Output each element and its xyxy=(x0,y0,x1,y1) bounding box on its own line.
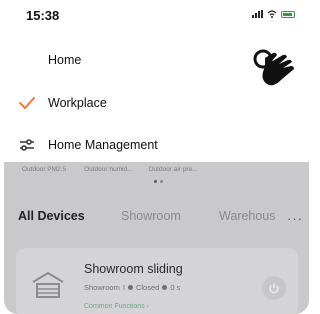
wifi-icon xyxy=(267,10,277,18)
status-time: 15:38 xyxy=(26,8,60,23)
dropdown-item-home-management[interactable]: Home Management xyxy=(4,125,309,165)
status-icons xyxy=(252,10,295,18)
status-separator: I xyxy=(122,283,125,292)
device-timer: 0 s xyxy=(170,283,181,292)
power-icon xyxy=(269,283,279,294)
device-room: Showroom xyxy=(84,283,120,292)
curtain-icon xyxy=(32,271,64,298)
phone-screen: 15:38 Outdoor PM2.5 Outdoor humid... Out… xyxy=(4,0,309,314)
device-title: Showroom sliding xyxy=(84,262,183,276)
sliders-icon xyxy=(20,139,34,151)
widget-label: Outdoor air pre... xyxy=(148,166,198,173)
device-tabs: All Devices Showroom Warehous ··· xyxy=(18,209,303,229)
widget-label: Outdoor PM2.5 xyxy=(22,166,67,173)
device-state: Closed xyxy=(135,283,160,292)
page-dots xyxy=(154,180,163,183)
power-button[interactable] xyxy=(262,276,286,300)
battery-icon xyxy=(281,11,295,18)
device-status: Showroom I Closed 0 s xyxy=(84,283,180,292)
check-icon xyxy=(19,97,35,109)
closed-status-dot xyxy=(127,285,133,290)
timer-status-dot xyxy=(162,285,168,290)
dropdown-item-label: Home Management xyxy=(48,138,158,152)
device-card[interactable]: Showroom sliding Showroom I Closed 0 s C… xyxy=(16,248,298,314)
more-icon[interactable]: ··· xyxy=(287,211,303,226)
dropdown-item-label: Home xyxy=(48,53,82,67)
widget-label: Outdoor humid... xyxy=(84,166,133,173)
signal-icon xyxy=(252,10,263,18)
pointer-hand-icon xyxy=(253,49,294,86)
dropdown-item-label: Workplace xyxy=(48,96,107,110)
tab-all-devices[interactable]: All Devices xyxy=(18,209,85,223)
tab-showroom[interactable]: Showroom xyxy=(121,209,181,223)
status-bar: 15:38 xyxy=(4,0,309,30)
common-functions-link[interactable]: Common Functions › xyxy=(84,303,149,310)
widget-labels: Outdoor PM2.5 Outdoor humid... Outdoor a… xyxy=(4,166,309,173)
tab-warehouse[interactable]: Warehous xyxy=(219,209,276,223)
